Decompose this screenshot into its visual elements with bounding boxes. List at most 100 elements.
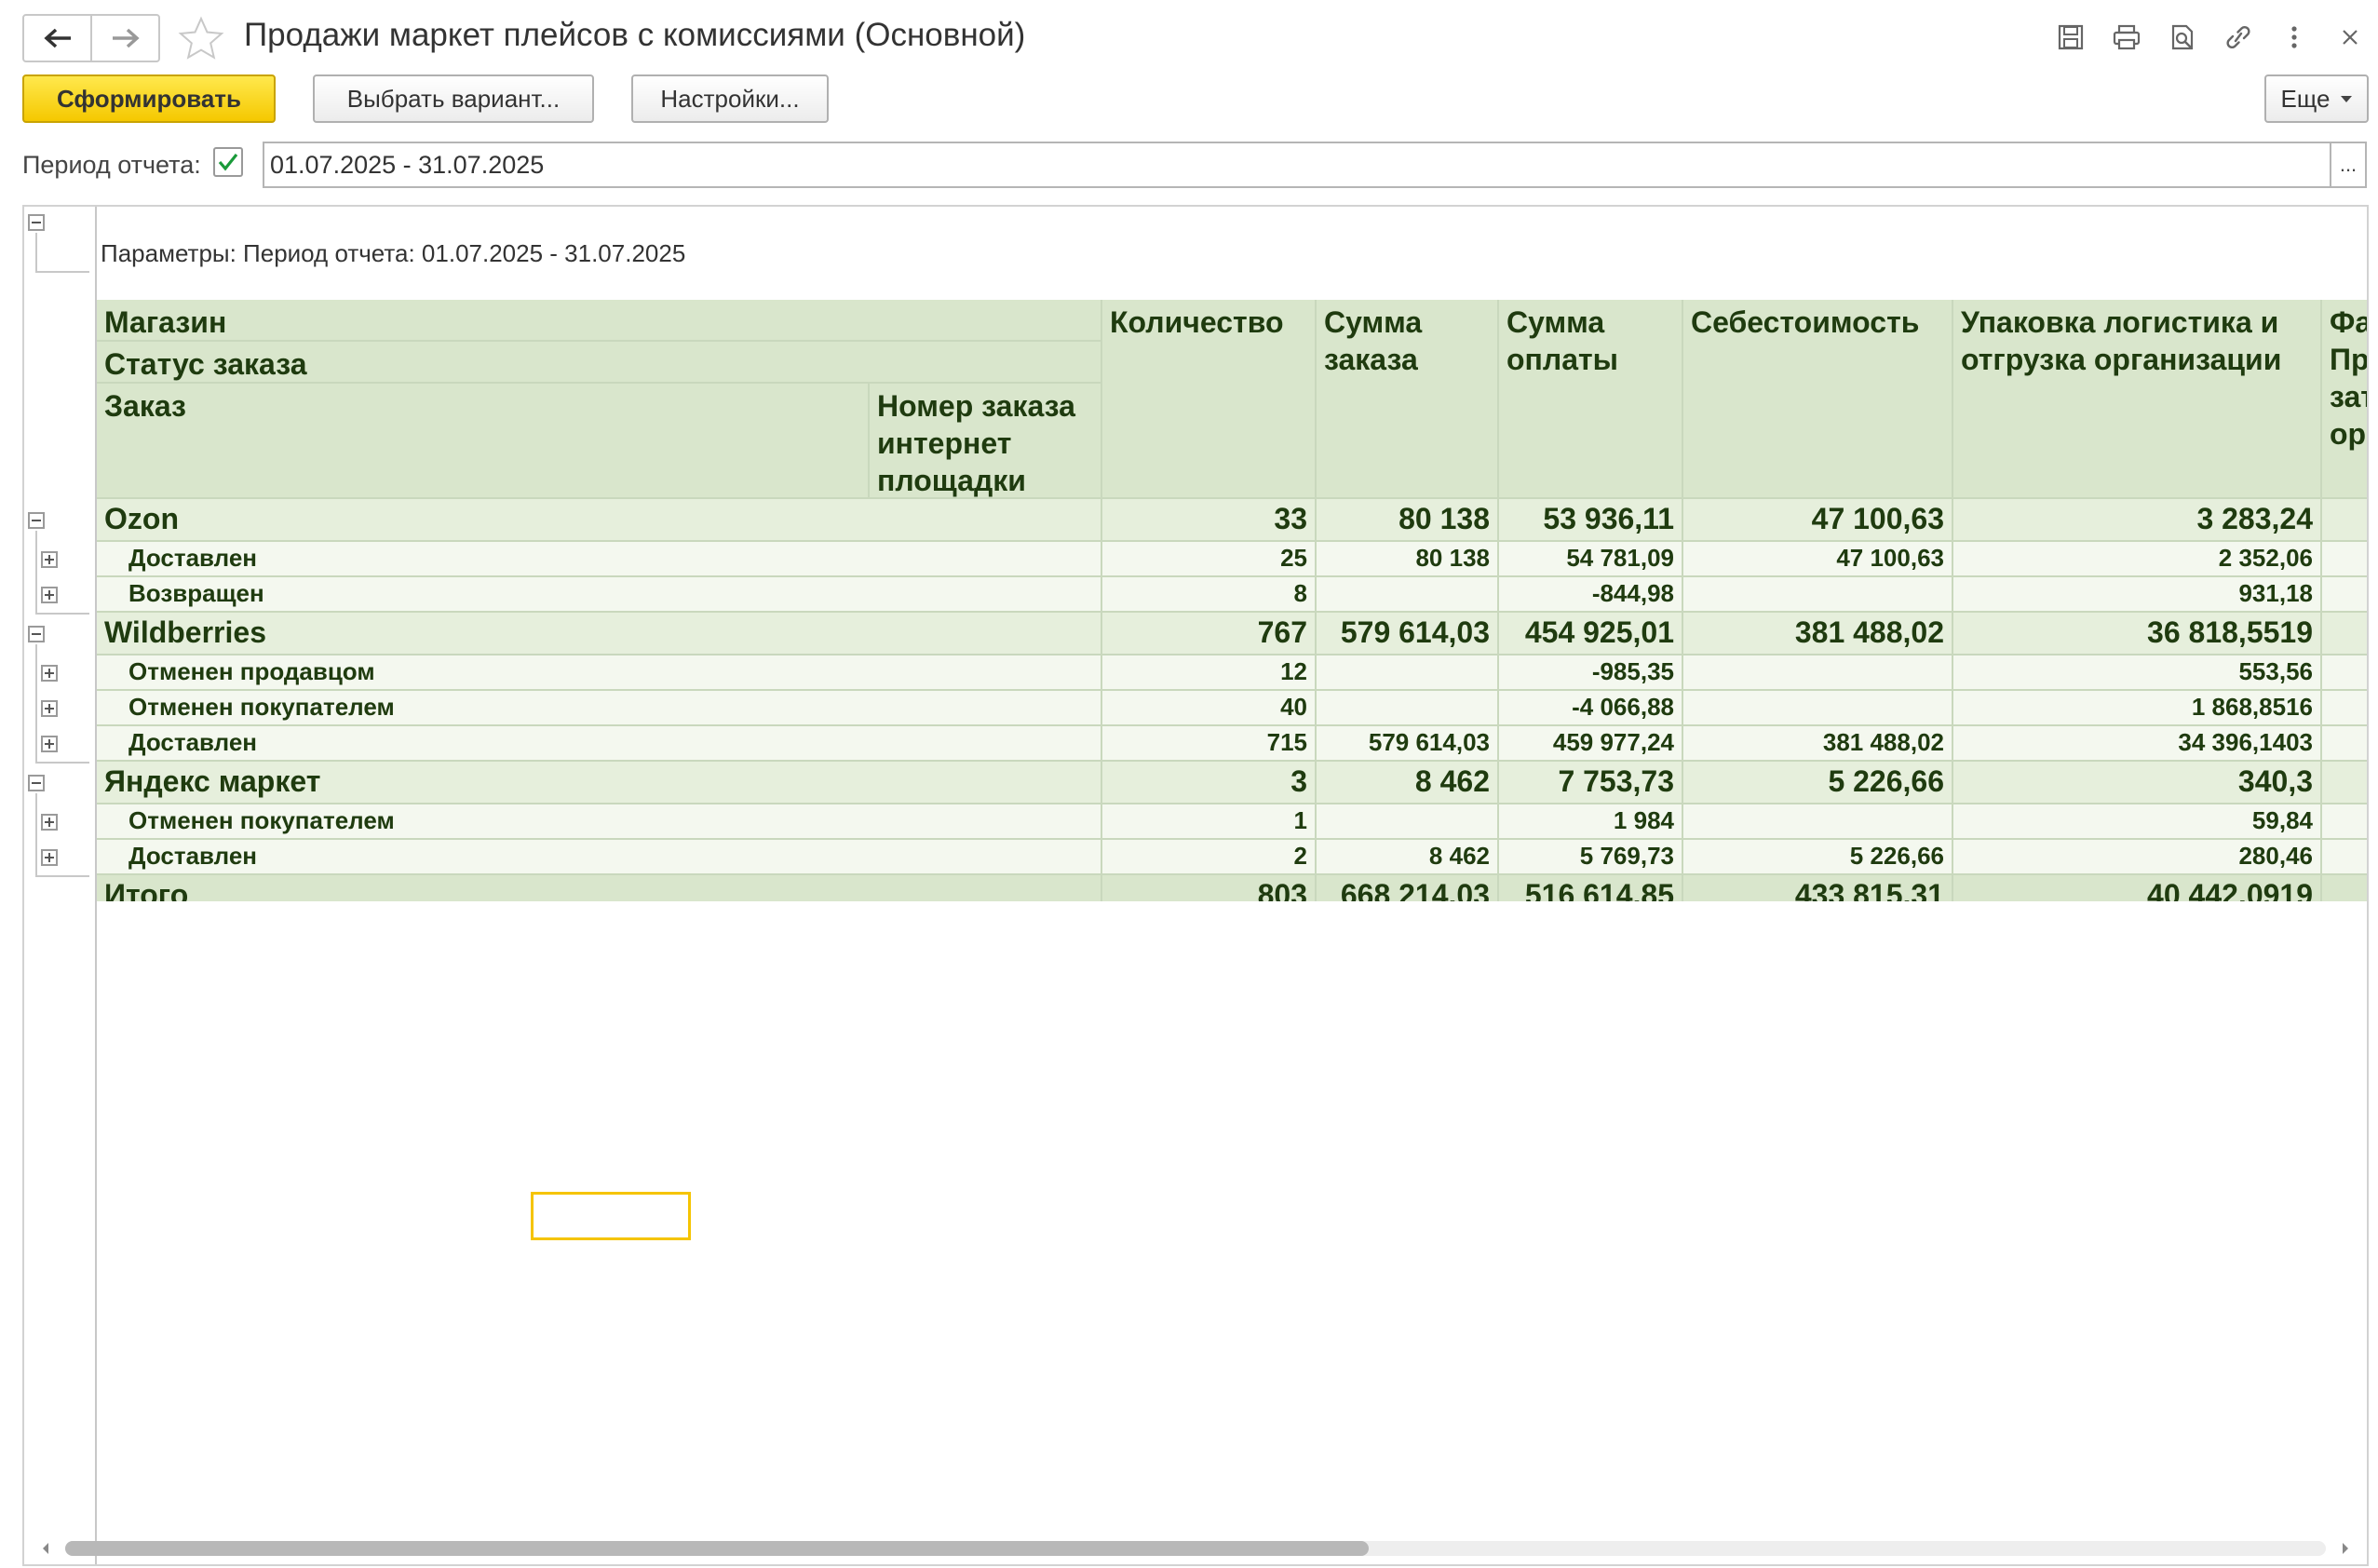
cell-cost[interactable]: 47 100,63 bbox=[1683, 499, 1953, 542]
cell-qty[interactable]: 715 bbox=[1102, 726, 1317, 762]
cell-payment[interactable]: 454 925,01 bbox=[1499, 613, 1683, 656]
cell-order-sum[interactable]: 579 614,03 bbox=[1317, 726, 1499, 762]
cell-qty[interactable]: 767 bbox=[1102, 613, 1317, 656]
row-name-cell[interactable]: Отменен покупателем bbox=[97, 804, 1102, 840]
favorite-button[interactable] bbox=[177, 15, 225, 63]
expand-icon[interactable] bbox=[41, 700, 58, 717]
collapse-icon[interactable] bbox=[28, 775, 45, 791]
period-input[interactable]: 01.07.2025 - 31.07.2025 bbox=[263, 142, 2331, 188]
cell-cost[interactable] bbox=[1683, 691, 1953, 726]
row-name-cell[interactable]: Ozon bbox=[97, 499, 1102, 542]
cell-pack[interactable]: 553,56 bbox=[1953, 656, 2322, 691]
cell-order-sum[interactable] bbox=[1317, 691, 1499, 726]
cell-partial[interactable] bbox=[2322, 542, 2367, 577]
cell-payment[interactable]: 5 769,73 bbox=[1499, 840, 1683, 875]
scroll-track[interactable] bbox=[65, 1541, 2326, 1556]
horizontal-scrollbar[interactable] bbox=[22, 1534, 2369, 1562]
expand-icon[interactable] bbox=[41, 587, 58, 603]
cell-partial[interactable] bbox=[2322, 762, 2367, 804]
cell-partial[interactable] bbox=[2322, 499, 2367, 542]
cell-cost[interactable] bbox=[1683, 804, 1953, 840]
row-name-cell[interactable]: Отменен продавцом bbox=[97, 656, 1102, 691]
collapse-icon[interactable] bbox=[28, 626, 45, 642]
cell-cost[interactable] bbox=[1683, 577, 1953, 613]
cell-qty[interactable]: 33 bbox=[1102, 499, 1317, 542]
print-button[interactable] bbox=[2099, 17, 2155, 58]
cell-qty[interactable]: 2 bbox=[1102, 840, 1317, 875]
collapse-params-icon[interactable] bbox=[28, 214, 45, 231]
cell-qty[interactable]: 12 bbox=[1102, 656, 1317, 691]
row-name-cell[interactable]: Wildberries bbox=[97, 613, 1102, 656]
cell-partial[interactable] bbox=[2322, 840, 2367, 875]
cell-pack[interactable]: 931,18 bbox=[1953, 577, 2322, 613]
row-name-cell[interactable]: Отменен покупателем bbox=[97, 691, 1102, 726]
row-name-cell[interactable]: Доставлен bbox=[97, 726, 1102, 762]
cell-order-sum[interactable]: 80 138 bbox=[1317, 499, 1499, 542]
cell-order-sum[interactable]: 668 214,03 bbox=[1317, 875, 1499, 901]
cell-order-sum[interactable]: 579 614,03 bbox=[1317, 613, 1499, 656]
cell-cost[interactable]: 5 226,66 bbox=[1683, 840, 1953, 875]
more-button[interactable]: Еще bbox=[2264, 74, 2369, 123]
expand-icon[interactable] bbox=[41, 814, 58, 831]
cell-payment[interactable]: 54 781,09 bbox=[1499, 542, 1683, 577]
cell-pack[interactable]: 40 442,0919 bbox=[1953, 875, 2322, 901]
cell-cost[interactable]: 381 488,02 bbox=[1683, 726, 1953, 762]
cell-qty[interactable]: 3 bbox=[1102, 762, 1317, 804]
cell-partial[interactable] bbox=[2322, 804, 2367, 840]
save-button[interactable] bbox=[2043, 17, 2099, 58]
cell-order-sum[interactable] bbox=[1317, 577, 1499, 613]
cell-payment[interactable]: 53 936,11 bbox=[1499, 499, 1683, 542]
cell-cost[interactable]: 381 488,02 bbox=[1683, 613, 1953, 656]
expand-icon[interactable] bbox=[41, 551, 58, 568]
cell-payment[interactable]: -4 066,88 bbox=[1499, 691, 1683, 726]
cell-qty[interactable]: 25 bbox=[1102, 542, 1317, 577]
cell-payment[interactable]: -985,35 bbox=[1499, 656, 1683, 691]
cell-pack[interactable]: 59,84 bbox=[1953, 804, 2322, 840]
cell-pack[interactable]: 280,46 bbox=[1953, 840, 2322, 875]
cell-payment[interactable]: 459 977,24 bbox=[1499, 726, 1683, 762]
cell-cost[interactable]: 47 100,63 bbox=[1683, 542, 1953, 577]
cell-partial[interactable] bbox=[2322, 577, 2367, 613]
cell-partial[interactable] bbox=[2322, 613, 2367, 656]
row-name-cell[interactable]: Доставлен bbox=[97, 840, 1102, 875]
collapse-icon[interactable] bbox=[28, 512, 45, 529]
cell-order-sum[interactable]: 8 462 bbox=[1317, 840, 1499, 875]
cell-pack[interactable]: 2 352,06 bbox=[1953, 542, 2322, 577]
close-button[interactable] bbox=[2322, 17, 2378, 58]
cell-order-sum[interactable] bbox=[1317, 804, 1499, 840]
generate-button[interactable]: Сформировать bbox=[22, 74, 276, 123]
row-name-cell[interactable]: Возвращен bbox=[97, 577, 1102, 613]
cell-partial[interactable] bbox=[2322, 875, 2367, 901]
expand-icon[interactable] bbox=[41, 665, 58, 682]
cell-pack[interactable]: 340,3 bbox=[1953, 762, 2322, 804]
period-checkbox[interactable] bbox=[213, 147, 243, 177]
row-name-cell[interactable]: Итого bbox=[97, 875, 1102, 901]
cell-payment[interactable]: 1 984 bbox=[1499, 804, 1683, 840]
cell-pack[interactable]: 3 283,24 bbox=[1953, 499, 2322, 542]
cell-order-sum[interactable]: 80 138 bbox=[1317, 542, 1499, 577]
back-button[interactable] bbox=[24, 16, 90, 61]
cell-partial[interactable] bbox=[2322, 691, 2367, 726]
cell-qty[interactable]: 40 bbox=[1102, 691, 1317, 726]
row-name-cell[interactable]: Яндекс маркет bbox=[97, 762, 1102, 804]
cell-order-sum[interactable]: 8 462 bbox=[1317, 762, 1499, 804]
cell-partial[interactable] bbox=[2322, 656, 2367, 691]
settings-button[interactable]: Настройки... bbox=[631, 74, 829, 123]
cell-pack[interactable]: 34 396,1403 bbox=[1953, 726, 2322, 762]
cell-qty[interactable]: 1 bbox=[1102, 804, 1317, 840]
cell-cost[interactable]: 5 226,66 bbox=[1683, 762, 1953, 804]
scroll-left-button[interactable] bbox=[32, 1534, 60, 1562]
cell-partial[interactable] bbox=[2322, 726, 2367, 762]
cell-payment[interactable]: 516 614,85 bbox=[1499, 875, 1683, 901]
cell-pack[interactable]: 36 818,5519 bbox=[1953, 613, 2322, 656]
scroll-right-button[interactable] bbox=[2331, 1534, 2359, 1562]
row-name-cell[interactable]: Доставлен bbox=[97, 542, 1102, 577]
choose-variant-button[interactable]: Выбрать вариант... bbox=[313, 74, 594, 123]
cell-qty[interactable]: 803 bbox=[1102, 875, 1317, 901]
cell-order-sum[interactable] bbox=[1317, 656, 1499, 691]
preview-button[interactable] bbox=[2155, 17, 2210, 58]
cell-pack[interactable]: 1 868,8516 bbox=[1953, 691, 2322, 726]
expand-icon[interactable] bbox=[41, 849, 58, 866]
scroll-thumb[interactable] bbox=[65, 1541, 1369, 1556]
more-menu-button[interactable] bbox=[2266, 17, 2322, 58]
